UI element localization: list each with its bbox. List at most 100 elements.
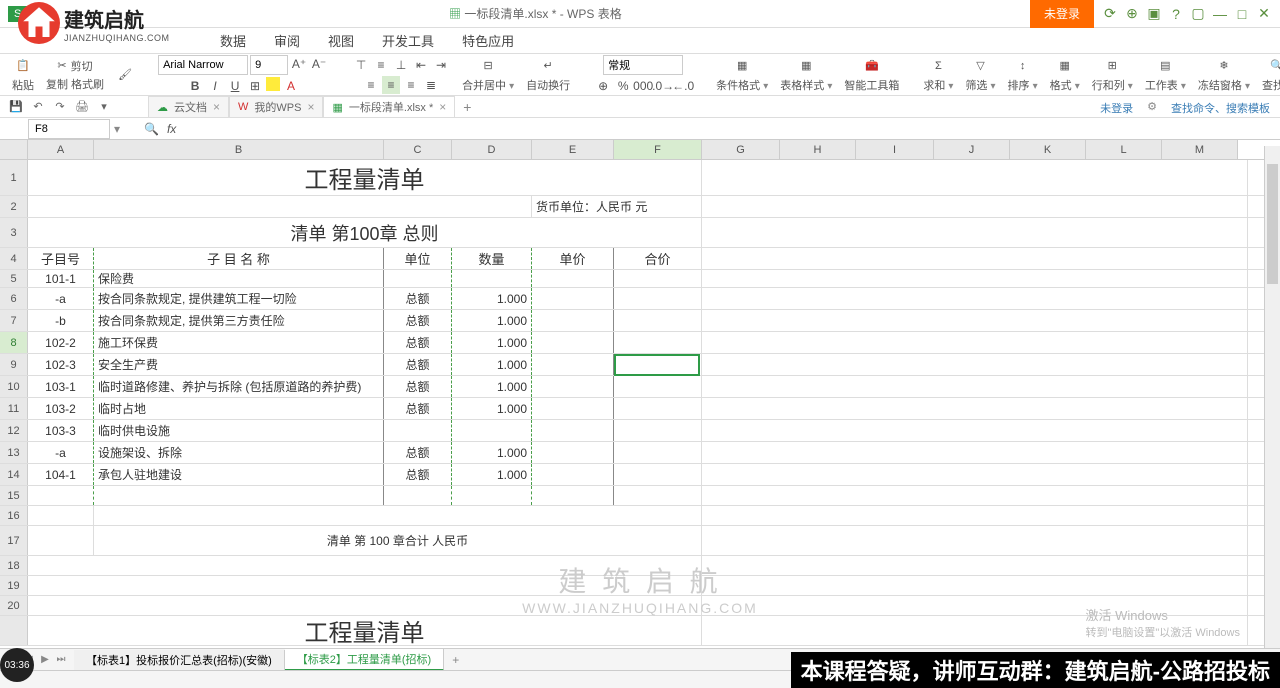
close-icon[interactable]: ✕ [1254, 4, 1274, 24]
sort-button[interactable]: ↕排序 ▾ [1004, 57, 1042, 93]
align-middle-icon[interactable]: ≡ [372, 56, 390, 74]
col-header[interactable]: D [452, 140, 532, 159]
cell[interactable] [614, 464, 702, 485]
cell[interactable]: 清单 第 100 章合计 人民币 [94, 526, 702, 555]
search-fn-icon[interactable]: 🔍 [144, 122, 159, 136]
format-button[interactable]: ▦格式 ▾ [1046, 57, 1084, 93]
cell[interactable] [452, 420, 532, 441]
cell[interactable] [532, 310, 614, 331]
ribbon-toggle-icon[interactable]: ▢ [1188, 4, 1208, 24]
fx-label[interactable]: fx [167, 122, 176, 136]
row-header[interactable]: 8 [0, 332, 28, 353]
cell[interactable]: 1.000 [452, 464, 532, 485]
cell[interactable] [702, 160, 1248, 195]
cell[interactable]: 总额 [384, 354, 452, 375]
cell[interactable]: 保险费 [94, 270, 384, 287]
login-link[interactable]: 未登录 [1100, 100, 1133, 116]
row-header[interactable]: 14 [0, 464, 28, 485]
search-help[interactable]: 查找命令、搜索模板 [1171, 100, 1270, 116]
row-header[interactable]: 16 [0, 506, 28, 525]
table-style-button[interactable]: ▦表格样式 ▾ [776, 57, 836, 93]
align-center-icon[interactable]: ≡ [382, 76, 400, 94]
decrease-font-icon[interactable]: A⁻ [310, 55, 328, 73]
cell[interactable] [614, 354, 702, 375]
cell[interactable]: 按合同条款规定, 提供第三方责任险 [94, 310, 384, 331]
cell[interactable]: 总额 [384, 398, 452, 419]
cell[interactable]: 设施架设、拆除 [94, 442, 384, 463]
cell[interactable] [702, 270, 1248, 287]
cell[interactable] [532, 376, 614, 397]
cell[interactable] [614, 420, 702, 441]
paste-group[interactable]: 📋 粘贴 [8, 57, 38, 93]
cell[interactable] [702, 218, 1248, 247]
cell[interactable] [614, 486, 702, 505]
italic-button[interactable]: I [206, 77, 224, 95]
row-header[interactable]: 17 [0, 526, 28, 555]
help-icon[interactable]: ? [1166, 4, 1186, 24]
indent-inc-icon[interactable]: ⇥ [432, 56, 450, 74]
cell[interactable] [702, 332, 1248, 353]
cell[interactable]: 总额 [384, 464, 452, 485]
fill-color-button[interactable] [266, 77, 280, 91]
cell[interactable] [702, 288, 1248, 309]
rowcol-button[interactable]: ⊞行和列 ▾ [1088, 57, 1137, 93]
cell[interactable]: -a [28, 288, 94, 309]
row-header[interactable]: 6 [0, 288, 28, 309]
col-header[interactable]: H [780, 140, 856, 159]
cell[interactable] [28, 486, 94, 505]
select-all-corner[interactable] [0, 140, 28, 159]
tab-close-icon[interactable]: × [213, 100, 220, 114]
cell[interactable]: 临时供电设施 [94, 420, 384, 441]
cell[interactable] [384, 420, 452, 441]
row-header[interactable]: 5 [0, 270, 28, 287]
sheet-nav-last-icon[interactable]: ⏭ [54, 653, 68, 667]
name-box[interactable]: F8 [28, 119, 110, 139]
cell[interactable] [614, 288, 702, 309]
cell[interactable]: 清单 第100章 总则 [28, 218, 702, 247]
cell[interactable]: 1.000 [452, 398, 532, 419]
cell[interactable]: 104-1 [28, 464, 94, 485]
col-header[interactable]: M [1162, 140, 1238, 159]
vertical-scrollbar[interactable] [1264, 146, 1280, 648]
cell[interactable] [702, 576, 1248, 595]
print-icon[interactable]: 🖨 [74, 99, 90, 115]
cell[interactable] [532, 270, 614, 287]
toolbox-button[interactable]: 🧰智能工具箱 [840, 57, 903, 93]
save-icon[interactable]: 💾 [8, 99, 24, 115]
sync-icon[interactable]: ⟳ [1100, 4, 1120, 24]
cell[interactable] [614, 398, 702, 419]
cell[interactable]: 工程量清单 [28, 160, 702, 195]
cell[interactable]: 总额 [384, 442, 452, 463]
col-header[interactable]: K [1010, 140, 1086, 159]
row-header[interactable]: 20 [0, 596, 28, 615]
cell[interactable] [614, 376, 702, 397]
merge-button[interactable]: ⊟ 合并居中 ▾ [458, 57, 518, 93]
cell[interactable]: 临时占地 [94, 398, 384, 419]
cell[interactable]: 1.000 [452, 376, 532, 397]
cell[interactable]: 1.000 [452, 442, 532, 463]
row-header[interactable]: 10 [0, 376, 28, 397]
tab-file[interactable]: ▦一标段清单.xlsx *× [323, 96, 455, 117]
row-header[interactable]: 4 [0, 248, 28, 269]
cell[interactable] [702, 376, 1248, 397]
row-header[interactable]: 12 [0, 420, 28, 441]
col-header[interactable]: A [28, 140, 94, 159]
cell[interactable] [702, 506, 1248, 525]
cell[interactable] [28, 506, 94, 525]
cell[interactable]: 101-1 [28, 270, 94, 287]
row-header[interactable]: 1 [0, 160, 28, 195]
cell[interactable]: -b [28, 310, 94, 331]
font-select[interactable] [158, 55, 248, 75]
cut-icon[interactable]: ✂ [57, 59, 66, 72]
cell[interactable] [614, 332, 702, 353]
cell[interactable]: 单价 [532, 248, 614, 269]
indent-dec-icon[interactable]: ⇤ [412, 56, 430, 74]
cell[interactable]: 总额 [384, 288, 452, 309]
cell[interactable] [702, 486, 1248, 505]
cell[interactable] [614, 442, 702, 463]
cell[interactable] [702, 442, 1248, 463]
col-header[interactable]: E [532, 140, 614, 159]
cell[interactable] [702, 310, 1248, 331]
row-header[interactable] [0, 616, 28, 645]
cell[interactable]: 1.000 [452, 288, 532, 309]
